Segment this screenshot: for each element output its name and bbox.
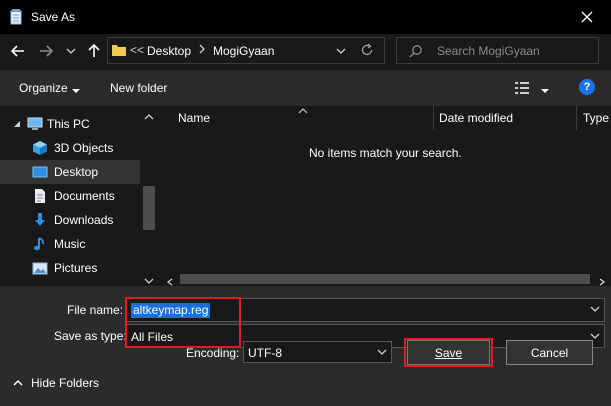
encoding-select[interactable]: UTF-8: [243, 341, 392, 363]
cancel-label: Cancel: [530, 345, 569, 360]
help-icon[interactable]: ?: [579, 79, 595, 95]
chevron-down-icon: [377, 349, 387, 355]
horizontal-scroll-thumb[interactable]: [180, 274, 590, 284]
tree-item-label: Documents: [54, 189, 115, 203]
column-header-name[interactable]: Name: [178, 111, 210, 125]
recent-locations-button[interactable]: [62, 42, 80, 60]
hide-folders-label: Hide Folders: [31, 376, 100, 390]
column-divider[interactable]: [576, 106, 577, 130]
tree-item-pictures[interactable]: Pictures: [0, 256, 140, 280]
nav-scroll-thumb[interactable]: [143, 186, 155, 230]
tree-item-label: This PC: [47, 117, 90, 131]
chevron-down-icon: [336, 48, 346, 54]
breadcrumb-separator-icon[interactable]: [198, 43, 206, 57]
breadcrumb-overflow[interactable]: <<: [130, 43, 144, 57]
computer-icon: [27, 116, 43, 132]
cancel-button[interactable]: Cancel: [506, 340, 593, 365]
scroll-left-icon[interactable]: [166, 275, 174, 286]
tree-item-label: Desktop: [54, 165, 99, 179]
refresh-icon: [361, 43, 373, 56]
search-input[interactable]: Search MogiGyaan: [437, 44, 540, 58]
music-note-icon: [32, 236, 48, 252]
document-icon: [32, 188, 48, 204]
forward-button[interactable]: [37, 42, 55, 60]
close-button[interactable]: [572, 4, 602, 30]
close-icon: [581, 11, 593, 23]
encoding-label: Encoding:: [186, 346, 240, 360]
desktop-icon: [32, 164, 48, 180]
navigation-pane: This PC 3D Objects Desktop Documents Dow…: [0, 106, 158, 286]
sort-caret-icon: [298, 103, 308, 114]
organize-caret-icon: [71, 84, 81, 93]
tree-item-3d-objects[interactable]: 3D Objects: [0, 136, 140, 160]
up-arrow-icon: [88, 44, 100, 57]
address-dropdown-button[interactable]: [336, 43, 350, 59]
breadcrumb-mogigyaan[interactable]: MogiGyaan: [213, 44, 274, 58]
column-header-type[interactable]: Type: [583, 111, 609, 125]
cube-icon: [32, 140, 48, 156]
folder-icon: [112, 43, 126, 57]
chevron-up-icon: [13, 380, 23, 386]
back-button[interactable]: [9, 42, 27, 60]
address-bar[interactable]: << Desktop MogiGyaan: [107, 37, 385, 64]
window-title: Save As: [31, 10, 76, 24]
picture-icon: [32, 260, 48, 276]
highlight-annotation-box: [125, 297, 241, 348]
save-as-type-label: Save as type:: [54, 329, 127, 343]
tree-item-documents[interactable]: Documents: [0, 184, 140, 208]
tree-item-label: Music: [54, 237, 86, 251]
column-header-date-modified[interactable]: Date modified: [439, 111, 513, 125]
up-button[interactable]: [85, 42, 103, 60]
back-arrow-icon: [11, 45, 24, 57]
scroll-down-icon[interactable]: [144, 274, 154, 284]
tree-item-downloads[interactable]: Downloads: [0, 208, 140, 232]
search-icon: [409, 44, 423, 58]
save-button[interactable]: Save: [407, 340, 490, 365]
title-bar: [0, 0, 611, 34]
organize-button[interactable]: Organize: [19, 81, 68, 95]
scroll-right-icon[interactable]: [598, 275, 606, 286]
collapse-arrow-icon[interactable]: [12, 118, 22, 128]
tree-item-label: Downloads: [54, 213, 114, 227]
tree-item-this-pc[interactable]: This PC: [0, 112, 140, 136]
search-box[interactable]: Search MogiGyaan: [396, 37, 599, 64]
forward-arrow-icon: [40, 45, 53, 57]
chevron-down-icon[interactable]: [590, 305, 600, 313]
chevron-down-icon[interactable]: [590, 332, 600, 340]
new-folder-button[interactable]: New folder: [110, 81, 167, 95]
empty-message: No items match your search.: [309, 146, 462, 160]
scroll-up-icon[interactable]: [144, 110, 154, 120]
breadcrumb-desktop[interactable]: Desktop: [147, 44, 191, 58]
tree-item-music[interactable]: Music: [0, 232, 140, 256]
file-name-label: File name:: [67, 303, 124, 317]
tree-item-label: 3D Objects: [54, 141, 114, 155]
view-options-icon[interactable]: [514, 80, 532, 96]
file-list[interactable]: [162, 106, 611, 286]
save-label: Save: [434, 345, 463, 360]
notepad-icon: [8, 9, 24, 25]
tree-item-label: Pictures: [54, 261, 98, 275]
tree-item-desktop[interactable]: Desktop: [0, 160, 140, 184]
download-arrow-icon: [32, 212, 48, 228]
refresh-button[interactable]: [360, 43, 376, 59]
column-divider[interactable]: [433, 106, 434, 130]
view-caret-icon[interactable]: [540, 84, 550, 93]
chevron-down-icon: [66, 48, 76, 54]
encoding-value: UTF-8: [248, 346, 282, 360]
